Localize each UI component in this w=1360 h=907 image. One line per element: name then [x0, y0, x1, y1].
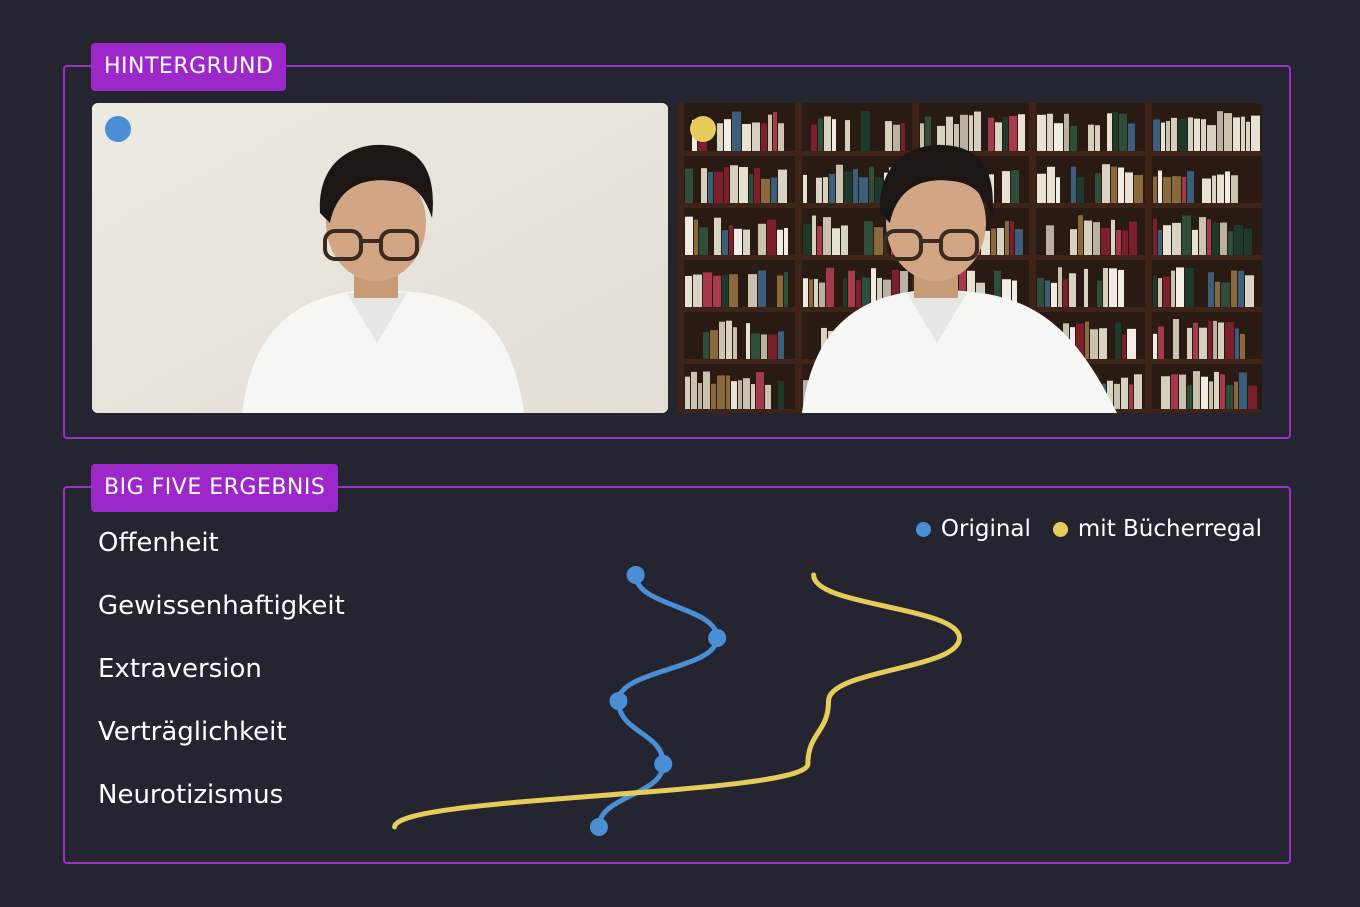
big-five-chart: [98, 566, 1256, 836]
data-point-original-2: [708, 629, 727, 647]
data-point-original-1: [626, 566, 645, 584]
data-point-original-4: [654, 755, 673, 773]
data-point-original-3: [609, 692, 628, 710]
data-point-original-5: [589, 818, 608, 836]
